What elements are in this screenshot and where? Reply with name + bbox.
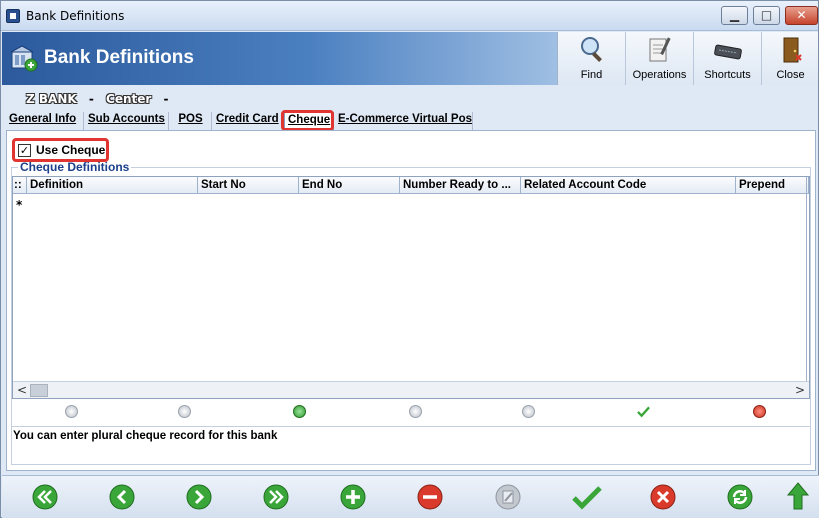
grid-navigator (12, 401, 810, 423)
app-icon (6, 9, 20, 23)
tab-pos[interactable]: POS (170, 112, 212, 130)
close-window-button[interactable]: ✕ (785, 6, 818, 25)
add-icon[interactable] (293, 405, 306, 418)
column-selector[interactable]: :: (13, 177, 27, 194)
tab-e-commerce-virtual-pos[interactable]: E-Commerce Virtual Pos (335, 112, 473, 130)
first-icon[interactable] (65, 405, 78, 418)
horizontal-scrollbar[interactable]: < > (13, 381, 809, 398)
column-end-no[interactable]: End No (299, 177, 400, 194)
branch-name: Center (106, 92, 152, 106)
cancel-icon[interactable] (753, 405, 766, 418)
new-row-indicator[interactable]: * (16, 198, 22, 212)
save-icon[interactable] (572, 484, 602, 510)
separator: - (88, 92, 94, 106)
last-record-icon[interactable] (263, 484, 289, 510)
maximize-button[interactable]: □ (753, 6, 780, 25)
delete-record-icon[interactable] (417, 484, 443, 510)
cheque-definitions-grid[interactable]: :: Definition Start No End No Number Rea… (12, 176, 810, 399)
close-button[interactable]: Close (762, 32, 819, 85)
edit-icon[interactable] (522, 405, 535, 418)
grid-divider (806, 177, 807, 382)
first-record-icon[interactable] (32, 484, 58, 510)
window-title: Bank Definitions (26, 9, 125, 23)
add-record-icon[interactable] (340, 484, 366, 510)
cheque-panel: ✓ Use Cheque Cheque Definitions :: Defin… (6, 130, 816, 471)
shortcuts-button[interactable]: Shortcuts (694, 32, 762, 85)
bank-definitions-window: Bank Definitions ▁ □ ✕ Bank Definitions … (0, 0, 819, 518)
record-toolbar (2, 475, 819, 518)
edit-record-icon[interactable] (495, 484, 521, 510)
group-title: Cheque Definitions (18, 160, 132, 174)
column-related-account-code[interactable]: Related Account Code (521, 177, 736, 194)
keyboard-icon (713, 44, 742, 60)
find-button[interactable]: Find (558, 32, 626, 85)
cancel-record-icon[interactable] (650, 484, 676, 510)
remove-icon[interactable] (409, 405, 422, 418)
separator: - (163, 92, 169, 106)
column-definition[interactable]: Definition (27, 177, 198, 194)
operations-icon (649, 37, 671, 62)
up-arrow-icon[interactable] (786, 481, 810, 511)
minimize-button[interactable]: ▁ (721, 6, 748, 25)
operations-button[interactable]: Operations (626, 32, 694, 85)
page-title: Bank Definitions (44, 47, 194, 68)
header-banner: Bank Definitions (2, 32, 557, 85)
column-number-ready[interactable]: Number Ready to ... (400, 177, 521, 194)
column-start-no[interactable]: Start No (198, 177, 299, 194)
tab-sub-accounts[interactable]: Sub Accounts (85, 112, 169, 130)
tab-credit-card[interactable]: Credit Card (213, 112, 283, 130)
top-toolbar: Find Operations Shortcuts Close (557, 32, 818, 85)
exit-door-icon (783, 37, 802, 63)
cheque-definitions-group: Cheque Definitions :: Definition Start N… (11, 160, 811, 465)
scroll-right-icon[interactable]: > (795, 383, 805, 397)
refresh-icon[interactable] (727, 484, 753, 510)
minimize-icon: ▁ (729, 8, 740, 22)
checkbox-highlight-box (12, 138, 109, 162)
info-note: You can enter plural cheque record for t… (12, 426, 810, 444)
scroll-thumb[interactable] (30, 384, 48, 397)
confirm-icon[interactable] (637, 405, 650, 418)
close-icon: ✕ (796, 8, 807, 22)
previous-record-icon[interactable] (109, 484, 135, 510)
tab-highlight-box (281, 110, 334, 131)
bank-info-line: Z BANK - Center - (26, 92, 176, 106)
title-bar[interactable]: Bank Definitions ▁ □ ✕ (1, 1, 818, 31)
column-prepend[interactable]: Prepend (736, 177, 809, 194)
scroll-left-icon[interactable]: < (17, 383, 27, 397)
magnifier-icon (580, 37, 602, 62)
bank-icon (10, 45, 38, 72)
previous-icon[interactable] (178, 405, 191, 418)
tab-general-info[interactable]: General Info (6, 112, 84, 130)
maximize-icon: □ (760, 8, 773, 22)
next-record-icon[interactable] (186, 484, 212, 510)
bank-name: Z BANK (26, 92, 77, 106)
grid-header: :: Definition Start No End No Number Rea… (13, 177, 809, 194)
